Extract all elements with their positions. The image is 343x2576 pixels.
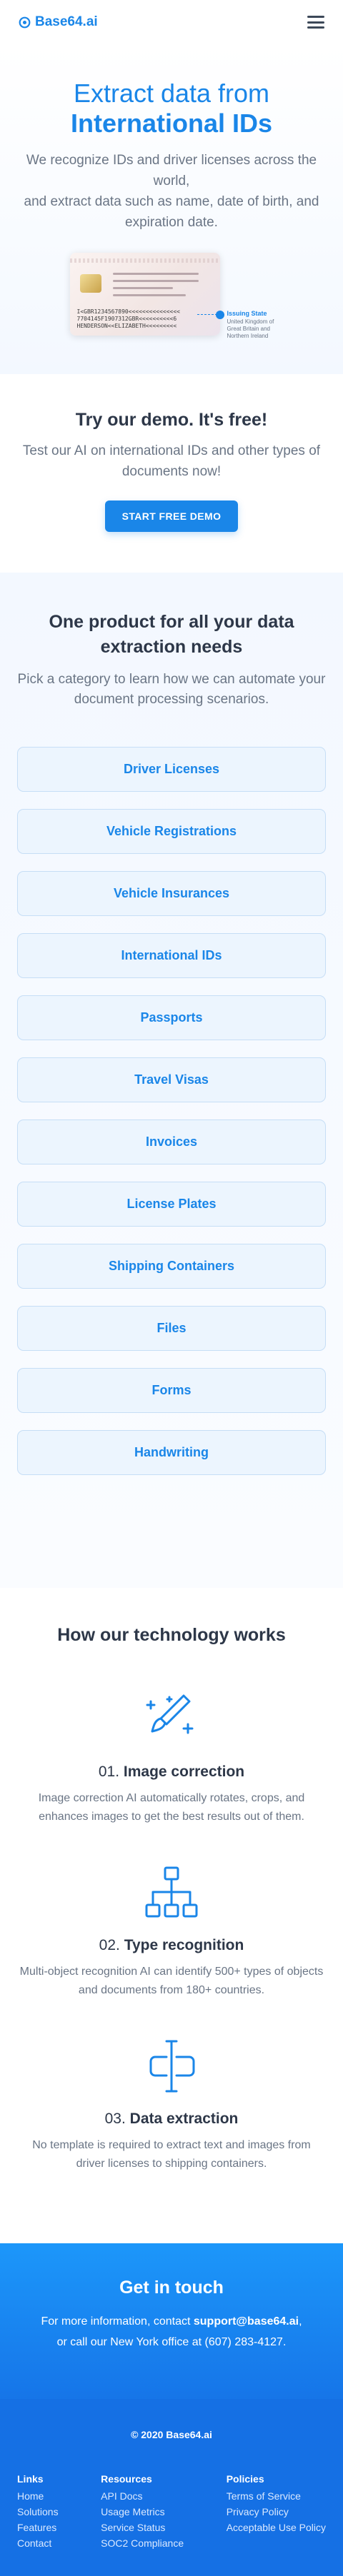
category-vehicle-registrations[interactable]: Vehicle Registrations [17,809,326,854]
category-invoices[interactable]: Invoices [17,1120,326,1164]
contact-title: Get in touch [119,2278,224,2298]
brand-logo[interactable]: Base64.ai [19,14,98,30]
category-international-ids[interactable]: International IDs [17,933,326,978]
hero-title-line1: Extract data from [73,79,270,108]
footer-link-usage-metrics[interactable]: Usage Metrics [101,2506,184,2517]
id-card-illustration: I<GBR1234567890<<<<<<<<<<<<<<< 7704145F19… [17,253,326,340]
step-image-correction: 01. Image correction Image correction AI… [17,1687,326,1826]
hero-title-line2: International IDs [70,109,273,138]
category-forms[interactable]: Forms [17,1368,326,1413]
step2-heading: 02. Type recognition [99,1937,244,1953]
category-license-plates[interactable]: License Plates [17,1182,326,1227]
footer-col-title: Links [17,2473,44,2485]
footer-col-resources: Resources API Docs Usage Metrics Service… [101,2473,184,2549]
copyright: © 2020 Base64.ai [131,2429,212,2440]
start-free-demo-button[interactable]: START FREE DEMO [104,500,239,532]
technology-section: How our technology works 01. Image corre… [0,1588,343,2243]
footer: © 2020 Base64.ai Links Home Solutions Fe… [0,2399,343,2576]
category-travel-visas[interactable]: Travel Visas [17,1057,326,1102]
step2-text: Multi-object recognition AI can identify… [19,1966,324,1996]
products-section: One product for all your data extraction… [0,573,343,1588]
demo-title: Try our demo. It's free! [75,410,268,430]
mrz-zone: I<GBR1234567890<<<<<<<<<<<<<<< 7704145F19… [76,308,181,329]
contact-text: For more information, contact support@ba… [41,2315,302,2348]
step-data-extraction: 03. Data extraction No template is requi… [17,2034,326,2173]
step3-heading: 03. Data extraction [104,2110,239,2127]
hero-title: Extract data from International IDs [17,79,326,139]
step-type-recognition: 02. Type recognition Multi-object recogn… [17,1861,326,2000]
hierarchy-icon [145,1866,198,1918]
footer-link-home[interactable]: Home [17,2490,59,2502]
technology-title: How our technology works [57,1625,286,1645]
footer-columns: Links Home Solutions Features Contact Re… [17,2473,326,2549]
text-cursor-icon [149,2040,195,2093]
footer-link-privacy[interactable]: Privacy Policy [227,2506,326,2517]
callout-text: United Kingdom of Great Britain and Nort… [227,318,274,339]
category-handwriting[interactable]: Handwriting [17,1430,326,1475]
category-vehicle-insurances[interactable]: Vehicle Insurances [17,871,326,916]
footer-col-policies: Policies Terms of Service Privacy Policy… [227,2473,326,2549]
footer-col-links: Links Home Solutions Features Contact [17,2473,59,2549]
products-title: One product for all your data extraction… [49,612,294,657]
footer-link-soc2[interactable]: SOC2 Compliance [101,2537,184,2549]
id-card-image: I<GBR1234567890<<<<<<<<<<<<<<< 7704145F19… [69,253,220,336]
footer-col-title: Policies [226,2473,264,2485]
magic-wand-icon [146,1694,194,1734]
support-email-link[interactable]: support@base64.ai [194,2315,299,2328]
card-chip-icon [79,274,101,293]
hamburger-menu-icon[interactable] [307,16,324,29]
products-subtitle: Pick a category to learn how we can auto… [17,672,326,707]
brand-name: Base64.ai [35,14,98,29]
footer-link-api-docs[interactable]: API Docs [101,2490,184,2502]
category-list: Driver Licenses Vehicle Registrations Ve… [17,747,326,1475]
footer-col-title: Resources [101,2473,152,2485]
hero-section: Extract data from International IDs We r… [0,44,343,374]
demo-subtitle: Test our AI on international IDs and oth… [22,443,321,479]
category-shipping-containers[interactable]: Shipping Containers [17,1244,326,1289]
callout-dot-icon [215,311,224,319]
category-driver-licenses[interactable]: Driver Licenses [17,747,326,792]
category-files[interactable]: Files [17,1306,326,1351]
footer-link-contact[interactable]: Contact [17,2537,59,2549]
callout-leader-line [197,314,217,315]
demo-section: Try our demo. It's free! Test our AI on … [0,374,343,573]
contact-section: Get in touch For more information, conta… [0,2243,343,2399]
step1-text: Image correction AI automatically rotate… [38,1792,305,1823]
step1-heading: 01. Image correction [98,1764,245,1780]
top-navbar: Base64.ai [0,0,343,44]
footer-link-solutions[interactable]: Solutions [17,2506,59,2517]
step3-text: No template is required to extract text … [32,2139,311,2170]
category-passports[interactable]: Passports [17,995,326,1040]
footer-link-terms[interactable]: Terms of Service [227,2490,326,2502]
callout-title: Issuing State [227,310,267,317]
issuing-state-callout: Issuing State United Kingdom of Great Br… [215,310,282,340]
base64-logo-icon [19,16,31,28]
hero-description: We recognize IDs and driver licenses acr… [24,153,319,230]
